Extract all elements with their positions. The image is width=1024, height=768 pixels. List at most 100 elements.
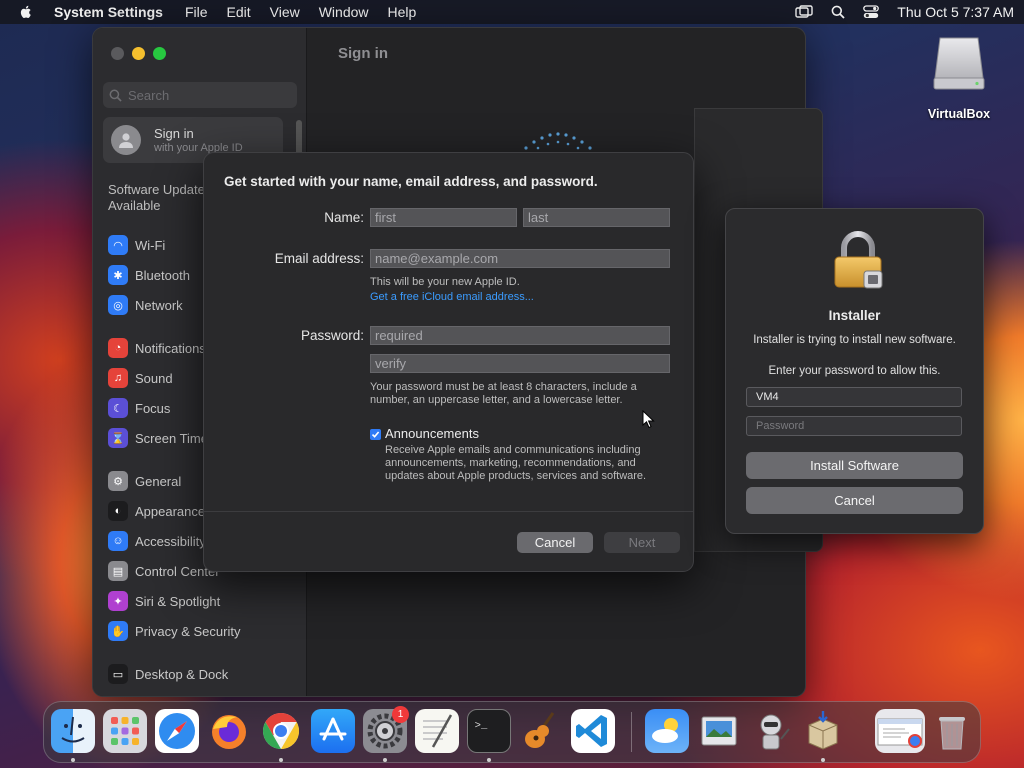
sidebar-item-screen-time[interactable]: ⌛ Screen Time — [108, 427, 208, 449]
lock-icon — [834, 231, 883, 289]
sidebar-item-network[interactable]: ◎ Network — [108, 294, 183, 316]
dock-minimized-chrome-window[interactable] — [875, 709, 925, 753]
sidebar-item-sound[interactable]: ♫ Sound — [108, 367, 173, 389]
email-field[interactable]: name@example.com — [370, 249, 670, 268]
zoom-button[interactable] — [153, 47, 166, 60]
automator-robot-icon — [760, 714, 790, 750]
dock-separator — [631, 712, 632, 752]
password-label: Password: — [300, 328, 364, 343]
dock-trash[interactable] — [930, 709, 974, 753]
sidebar-item-notifications[interactable]: ◔ Notifications — [108, 337, 206, 359]
terminal-icon: >_ — [475, 720, 488, 732]
window-controls — [111, 47, 166, 60]
username-field[interactable]: VM4 — [746, 387, 962, 407]
apple-id-signup-dialog: Get started with your name, email addres… — [203, 152, 694, 572]
announcements-label[interactable]: Announcements — [385, 426, 479, 441]
password-hint-line-1: Your password must be at least 8 charact… — [370, 381, 637, 393]
desktop-dock-icon: ▭ — [108, 664, 128, 684]
announcements-desc-3: updates about Apple products, services a… — [385, 470, 647, 482]
app-store-icon — [319, 717, 347, 741]
next-button[interactable]: Next — [604, 532, 680, 553]
announcements-desc-1: Receive Apple emails and communications … — [385, 444, 641, 456]
dock-installer[interactable] — [801, 709, 845, 753]
dock-finder[interactable] — [51, 709, 95, 753]
dock-automator[interactable] — [749, 709, 793, 753]
menu-clock[interactable]: Thu Oct 5 7:37 AM — [897, 4, 1014, 20]
password-field[interactable]: required — [370, 326, 670, 345]
announcements-desc-2: announcements, marketing, recommendation… — [385, 457, 636, 469]
installer-cancel-button[interactable]: Cancel — [746, 487, 963, 514]
dock-running-indicator — [383, 758, 387, 762]
dock-app-store[interactable] — [311, 709, 355, 753]
menu-file[interactable]: File — [185, 4, 208, 20]
menu-edit[interactable]: Edit — [227, 4, 251, 20]
network-icon: ◎ — [108, 295, 128, 315]
privacy-icon: ✋ — [108, 621, 128, 641]
dock-vscode[interactable] — [571, 709, 615, 753]
dock-chrome[interactable] — [259, 709, 303, 753]
icloud-email-link[interactable]: Get a free iCloud email address... — [370, 291, 534, 303]
trash-icon — [939, 717, 965, 750]
sidebar-search-field[interactable]: Search — [103, 82, 297, 108]
apple-icon[interactable] — [18, 4, 34, 20]
desktop-icon-label: VirtualBox — [927, 107, 991, 121]
sidebar-item-general[interactable]: ⚙ General — [108, 470, 181, 492]
menu-view[interactable]: View — [270, 4, 300, 20]
minimize-button[interactable] — [132, 47, 145, 60]
dock-firefox[interactable] — [207, 709, 251, 753]
svg-text:>_: >_ — [475, 720, 488, 732]
search-placeholder: Search — [128, 87, 170, 103]
close-button[interactable] — [111, 47, 124, 60]
preview-icon — [701, 716, 737, 746]
menu-bar: System Settings File Edit View Window He… — [0, 0, 1024, 24]
control-center-icon[interactable] — [863, 5, 880, 19]
dock-garageband[interactable] — [519, 709, 563, 753]
menu-help[interactable]: Help — [388, 4, 417, 20]
bluetooth-icon: ✱ — [108, 265, 128, 285]
sidebar-item-label: General — [135, 473, 182, 489]
screen-mirroring-icon[interactable] — [795, 5, 813, 19]
notification-badge: 1 — [392, 706, 409, 723]
sidebar-item-label: Notifications — [135, 340, 206, 356]
dock-preview[interactable] — [697, 709, 741, 753]
sidebar-item-privacy-security[interactable]: ✋ Privacy & Security — [108, 620, 240, 642]
sidebar-item-siri-spotlight[interactable]: ✦ Siri & Spotlight — [108, 590, 220, 612]
sidebar-item-label: Wi-Fi — [135, 237, 166, 253]
sidebar-item-label: Sound — [135, 370, 173, 386]
sidebar-item-focus[interactable]: ☾ Focus — [108, 397, 170, 419]
chrome-icon — [262, 713, 300, 749]
accessibility-icon: ☺ — [108, 531, 128, 551]
sidebar-item-accessibility[interactable]: ☺ Accessibility — [108, 530, 206, 552]
verify-password-field[interactable]: verify — [370, 354, 670, 373]
sidebar-item-wi-fi[interactable]: ◠ Wi-Fi — [108, 234, 165, 256]
sidebar-item-bluetooth[interactable]: ✱ Bluetooth — [108, 264, 190, 286]
control-center-icon: ▤ — [108, 561, 128, 581]
dock-safari[interactable] — [155, 709, 199, 753]
announcements-checkbox[interactable] — [370, 429, 381, 440]
installer-title: Installer — [828, 308, 881, 323]
sound-icon: ♫ — [108, 368, 128, 388]
spotlight-search-icon[interactable] — [831, 5, 845, 19]
desktop-virtualbox-disk[interactable]: VirtualBox — [920, 34, 998, 121]
focus-icon: ☾ — [108, 398, 128, 418]
dock-textedit[interactable] — [415, 709, 459, 753]
dock-launchpad[interactable] — [103, 709, 147, 753]
sidebar-item-label: Appearance — [135, 503, 206, 519]
first-name-field[interactable]: first — [370, 208, 517, 227]
guitar-icon — [525, 712, 555, 748]
screen-time-icon: ⌛ — [108, 428, 128, 448]
installer-password-field[interactable]: Password — [746, 416, 962, 436]
cancel-button[interactable]: Cancel — [517, 532, 593, 553]
sidebar-item-appearance[interactable]: ◐ Appearance — [108, 500, 205, 522]
install-software-button[interactable]: Install Software — [746, 452, 963, 479]
dock-running-indicator — [279, 758, 283, 762]
wifi-icon: ◠ — [108, 235, 128, 255]
menu-app-name[interactable]: System Settings — [54, 4, 163, 20]
dock-weather[interactable] — [645, 709, 689, 753]
dock-terminal[interactable]: >_ — [467, 709, 511, 753]
siri-icon: ✦ — [108, 591, 128, 611]
menu-window[interactable]: Window — [319, 4, 369, 20]
installer-prompt: Enter your password to allow this. — [768, 365, 941, 377]
last-name-field[interactable]: last — [523, 208, 670, 227]
sidebar-item-desktop-dock[interactable]: ▭ Desktop & Dock — [108, 663, 228, 685]
